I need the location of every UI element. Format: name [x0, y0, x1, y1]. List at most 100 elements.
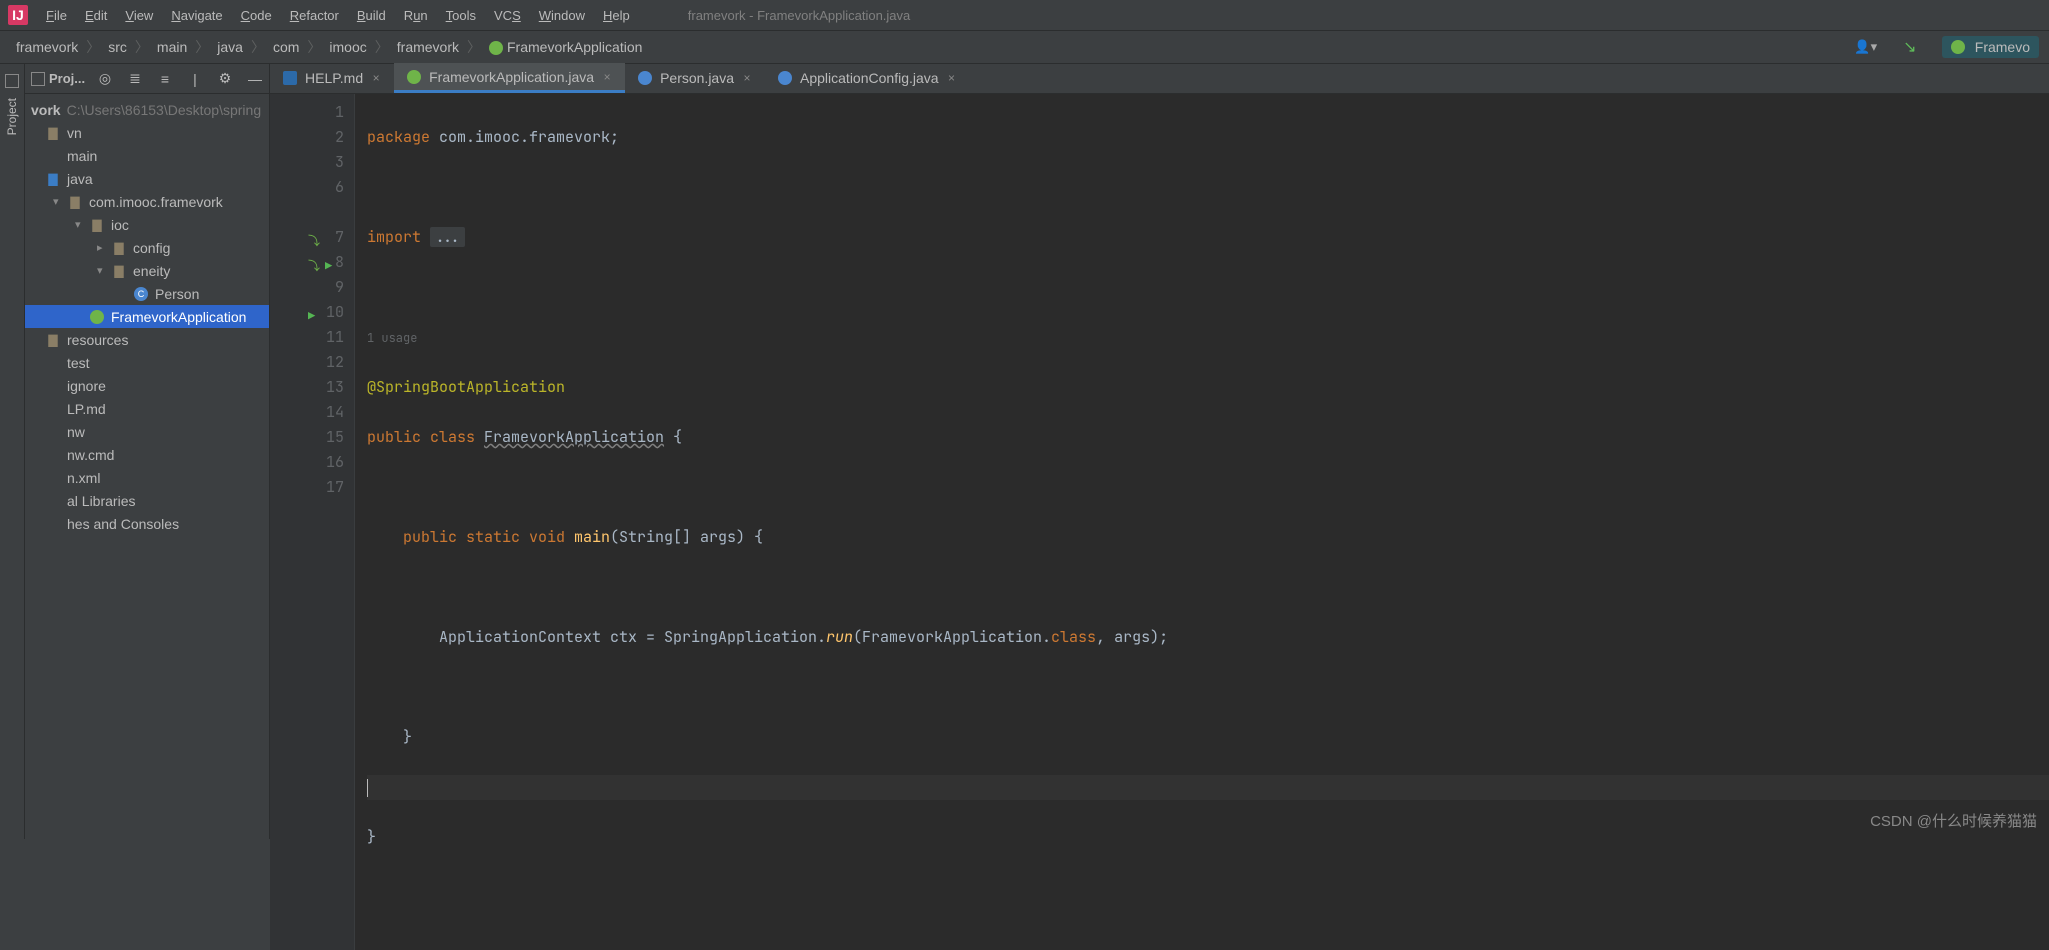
menu-build[interactable]: Build	[357, 8, 386, 23]
class-icon: C	[133, 286, 149, 302]
editor-tab[interactable]: FramevorkApplication.java×	[394, 63, 625, 93]
run-config-selector[interactable]: Framevo	[1942, 36, 2039, 58]
app-logo-icon: IJ	[8, 5, 28, 25]
menu-run[interactable]: Run	[404, 8, 428, 23]
tree-item[interactable]: al Libraries	[25, 489, 269, 512]
close-icon[interactable]: ×	[741, 72, 753, 84]
tree-item[interactable]: hes and Consoles	[25, 512, 269, 535]
tree-item[interactable]: nw	[25, 420, 269, 443]
file-icon	[45, 401, 61, 417]
menu-refactor[interactable]: Refactor	[290, 8, 339, 23]
file-icon	[45, 516, 61, 532]
crumb-6[interactable]: framevork	[391, 37, 465, 57]
editor-tabs: HELP.md×FramevorkApplication.java×Person…	[270, 64, 2049, 94]
main-menu: File Edit View Navigate Code Refactor Bu…	[46, 8, 630, 23]
java-class-icon	[637, 70, 653, 86]
menu-tools[interactable]: Tools	[446, 8, 476, 23]
tree-item-label: Person	[155, 286, 199, 302]
editor-tab[interactable]: Person.java×	[625, 63, 765, 93]
crumb-5[interactable]: imooc	[323, 37, 372, 57]
tree-item-label: LP.md	[67, 401, 106, 417]
close-icon[interactable]: ×	[370, 72, 382, 84]
user-icon[interactable]: 👤▾	[1854, 35, 1878, 59]
project-view-icon	[31, 72, 45, 86]
code-content[interactable]: package com.imooc.framevork; import ... …	[355, 94, 2049, 950]
springboot-icon	[89, 309, 105, 325]
caret	[367, 779, 368, 797]
menu-vcs[interactable]: VCS	[494, 8, 521, 23]
menu-edit[interactable]: Edit	[85, 8, 107, 23]
project-tree[interactable]: vork C:\Users\86153\Desktop\spring ▇ vn ma…	[25, 94, 269, 839]
crumb-2[interactable]: main	[151, 37, 193, 57]
crumb-4[interactable]: com	[267, 37, 305, 57]
tab-label: HELP.md	[305, 70, 363, 86]
menu-window[interactable]: Window	[539, 8, 585, 23]
folder-icon: ▇	[67, 194, 83, 210]
project-tool-icon[interactable]	[5, 74, 19, 88]
gutter: 1 2 3 6 ⤵7 ⤵▶8 9 ▶10 11 12 13 14 15 16 1…	[270, 94, 355, 950]
tree-item[interactable]: ignore	[25, 374, 269, 397]
editor-tab[interactable]: ApplicationConfig.java×	[765, 63, 970, 93]
tree-item[interactable]: LP.md	[25, 397, 269, 420]
tree-item[interactable]: FramevorkApplication	[25, 305, 269, 328]
tree-item-label: java	[67, 171, 93, 187]
tree-item-label: vn	[67, 125, 82, 141]
tree-item[interactable]: ▾▇com.imooc.framevork	[25, 190, 269, 213]
divider-icon: |	[187, 71, 203, 87]
tree-item[interactable]: ▾▇eneity	[25, 259, 269, 282]
code-editor[interactable]: 1 2 3 6 ⤵7 ⤵▶8 9 ▶10 11 12 13 14 15 16 1…	[270, 94, 2049, 950]
crumb-1[interactable]: src	[102, 37, 133, 57]
close-icon[interactable]: ×	[946, 72, 958, 84]
tree-item[interactable]: ▸▇config	[25, 236, 269, 259]
menu-code[interactable]: Code	[241, 8, 272, 23]
menu-help[interactable]: Help	[603, 8, 630, 23]
crumb-0[interactable]: framevork	[10, 37, 84, 57]
collapse-all-icon[interactable]: ≡	[157, 71, 173, 87]
project-tool-label[interactable]: Project	[3, 94, 21, 139]
tree-arrow-icon[interactable]: ▾	[75, 218, 89, 231]
crumb-3[interactable]: java	[211, 37, 249, 57]
navigation-bar: framevork〉 src〉 main〉 java〉 com〉 imooc〉 …	[0, 30, 2049, 64]
settings-gear-icon[interactable]: ⚙	[217, 71, 233, 87]
usage-hint[interactable]: 1 usage	[367, 330, 417, 346]
tree-item[interactable]: ▇resources	[25, 328, 269, 351]
file-icon	[45, 378, 61, 394]
crumb-7[interactable]: FramevorkApplication	[483, 37, 648, 57]
build-hammer-icon[interactable]: ↘	[1898, 35, 1922, 59]
tree-arrow-icon[interactable]: ▸	[97, 241, 111, 254]
tree-item[interactable]: n.xml	[25, 466, 269, 489]
tree-item[interactable]: nw.cmd	[25, 443, 269, 466]
tree-item[interactable]: ▇ vn	[25, 121, 269, 144]
editor-tab[interactable]: HELP.md ×	[270, 63, 394, 93]
tree-item-label: FramevorkApplication	[111, 309, 246, 325]
file-icon	[45, 470, 61, 486]
springboot-icon	[1951, 40, 1965, 54]
close-icon[interactable]: ×	[601, 71, 613, 83]
project-panel-header: Proj... ◎ ≣ ≡ | ⚙ —	[25, 64, 269, 94]
window-title: framevork - FramevorkApplication.java	[688, 8, 911, 23]
file-icon	[45, 447, 61, 463]
menu-file[interactable]: File	[46, 8, 67, 23]
fold-marker[interactable]: ...	[430, 227, 465, 247]
target-icon[interactable]: ◎	[97, 71, 113, 87]
tree-root[interactable]: vork C:\Users\86153\Desktop\spring	[25, 98, 269, 121]
menu-navigate[interactable]: Navigate	[171, 8, 222, 23]
watermark: CSDN @什么时候养猫猫	[1870, 810, 2037, 831]
folder-icon: ▇	[45, 125, 61, 141]
tree-arrow-icon[interactable]: ▾	[53, 195, 67, 208]
tree-item[interactable]: ▾▇ioc	[25, 213, 269, 236]
tree-item-label: config	[133, 240, 170, 256]
tree-item-label: hes and Consoles	[67, 516, 179, 532]
tree-item[interactable]: ▇ java	[25, 167, 269, 190]
tree-arrow-icon[interactable]: ▾	[97, 264, 111, 277]
tree-item[interactable]: test	[25, 351, 269, 374]
menu-view[interactable]: View	[125, 8, 153, 23]
expand-all-icon[interactable]: ≣	[127, 71, 143, 87]
hide-icon[interactable]: —	[247, 71, 263, 87]
folder-icon: ▇	[45, 171, 61, 187]
tree-item[interactable]: C Person	[25, 282, 269, 305]
project-panel-title[interactable]: Proj...	[31, 71, 85, 86]
folder-icon: ▇	[45, 332, 61, 348]
tree-item-label: main	[67, 148, 97, 164]
tree-item[interactable]: main	[25, 144, 269, 167]
